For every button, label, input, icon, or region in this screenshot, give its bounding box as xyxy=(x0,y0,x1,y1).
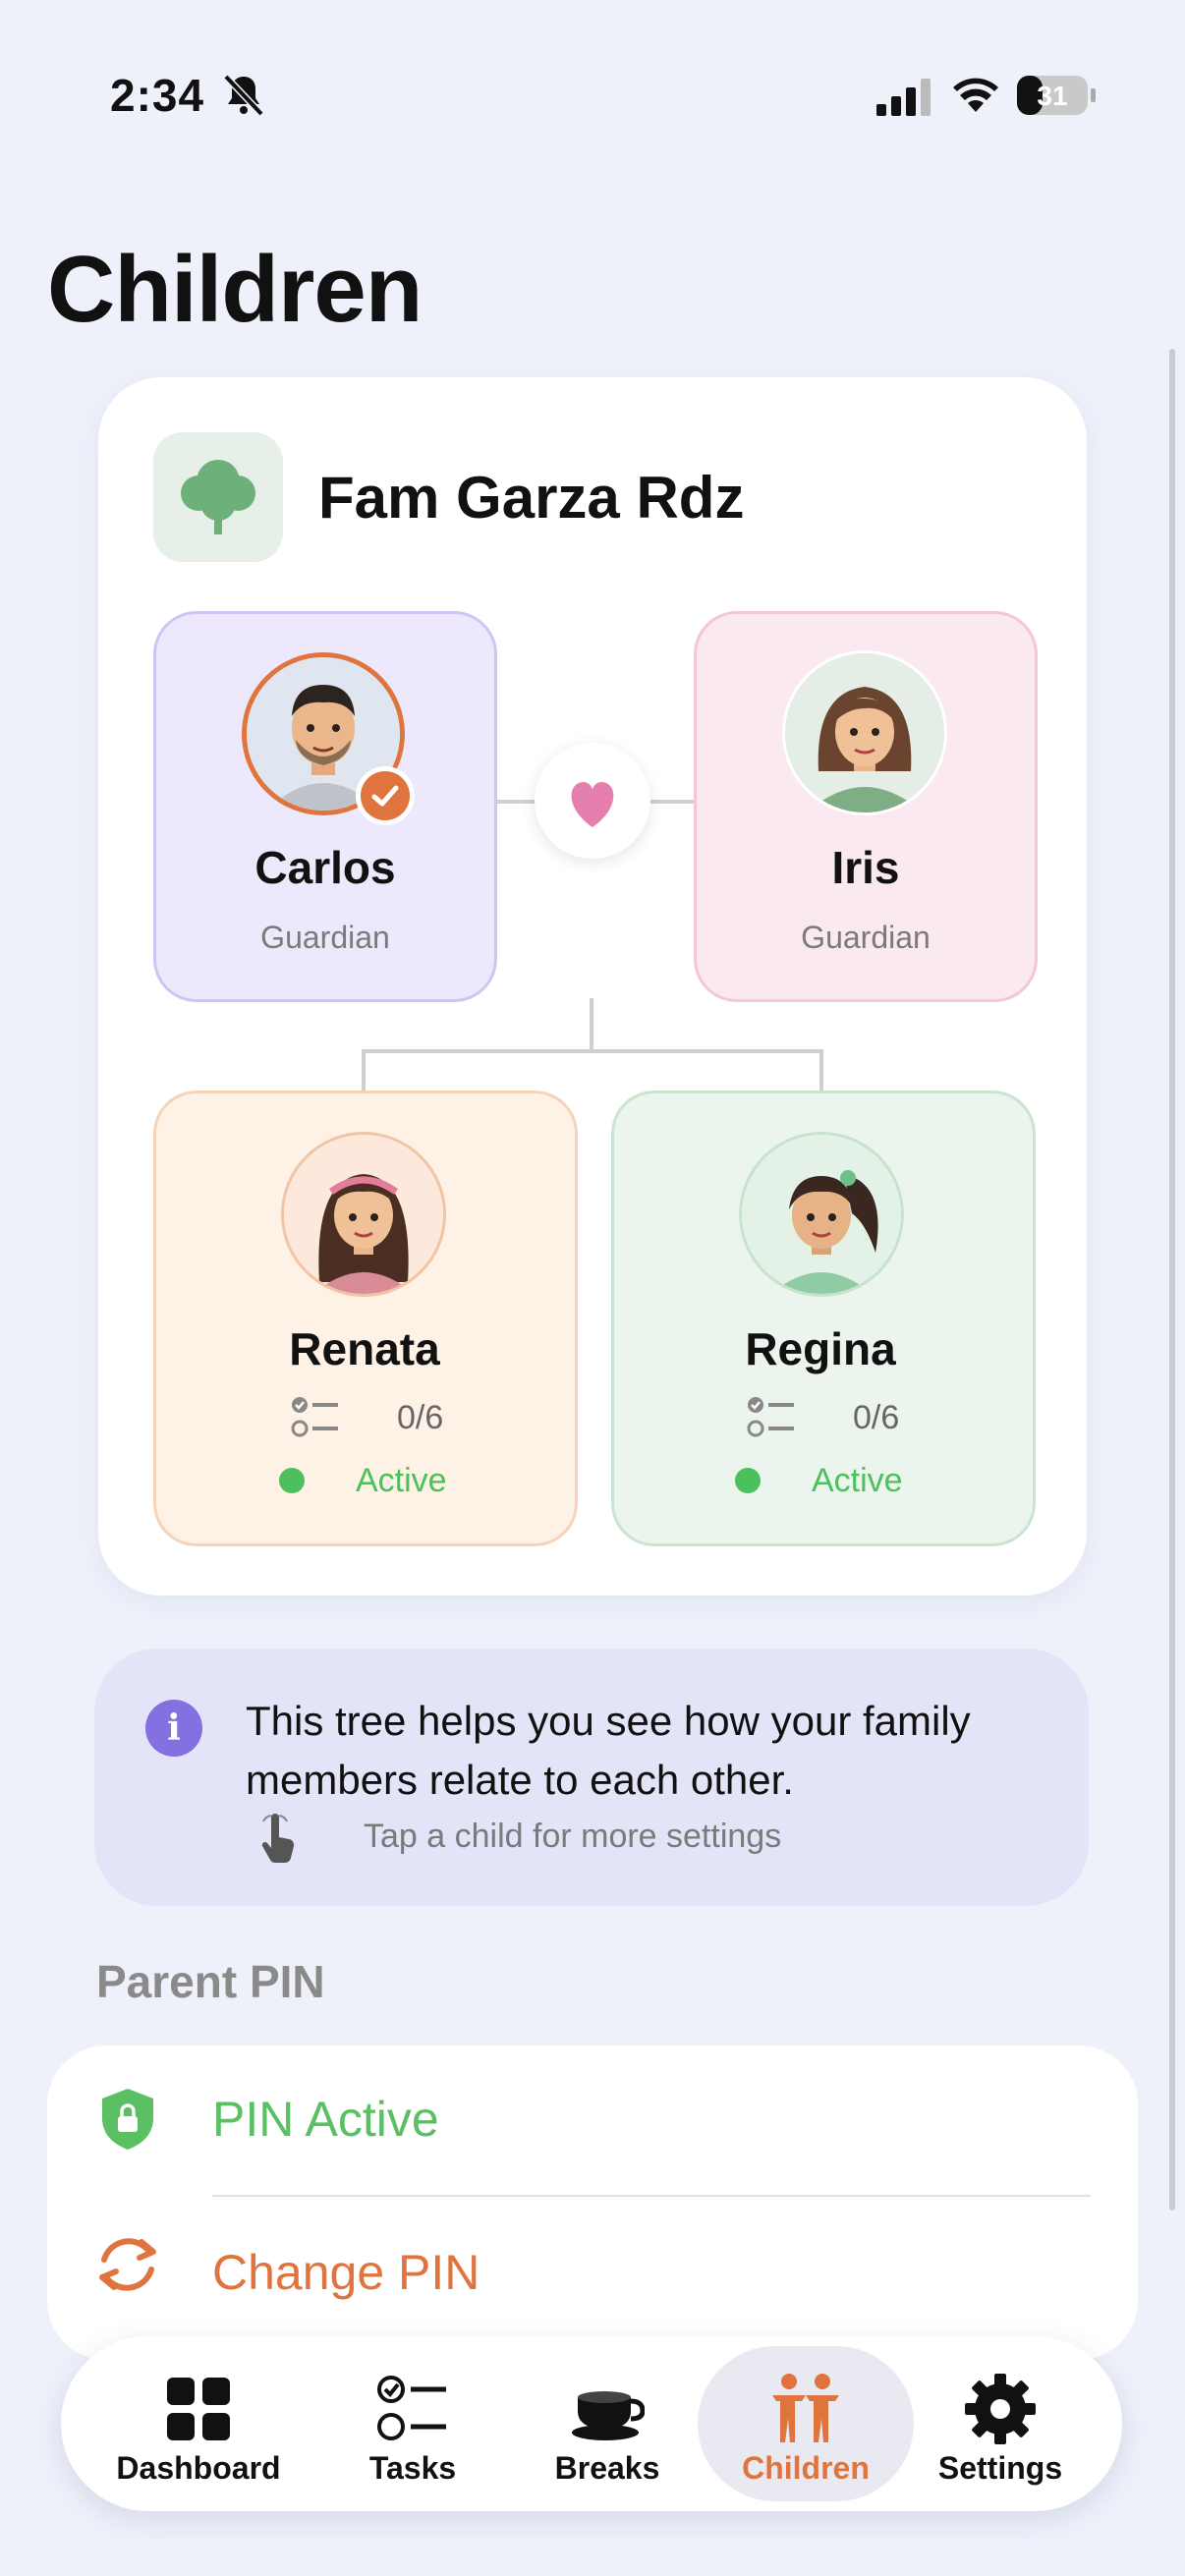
battery-level: 31 xyxy=(1037,81,1068,111)
tree-branch-left xyxy=(362,1049,366,1092)
task-progress: 0/6 xyxy=(853,1399,900,1436)
tree-trunk-line xyxy=(590,998,593,1051)
tab-label: Breaks xyxy=(554,2450,660,2486)
heart-connector xyxy=(535,743,650,859)
info-icon: i xyxy=(145,1700,202,1757)
tree-branch-line xyxy=(362,1049,823,1053)
tree-branch-right xyxy=(819,1049,823,1092)
guardian-role: Guardian xyxy=(801,920,931,955)
gear-icon xyxy=(965,2374,1036,2444)
active-status-dot xyxy=(279,1468,305,1493)
child-name: Renata xyxy=(289,1323,440,1374)
tab-label: Dashboard xyxy=(116,2450,281,2486)
tree-icon xyxy=(153,432,283,562)
checklist-icon xyxy=(377,2376,446,2440)
guardian-role: Guardian xyxy=(260,920,390,955)
wifi-icon xyxy=(953,78,998,112)
signal-icon xyxy=(876,79,931,116)
active-status-label: Active xyxy=(812,1462,903,1499)
tab-breaks[interactable]: Breaks xyxy=(509,2350,705,2497)
guardian-name: Iris xyxy=(831,842,900,893)
tab-tasks[interactable]: Tasks xyxy=(314,2350,511,2497)
info-hint: Tap a child for more settings xyxy=(364,1818,782,1855)
active-status-label: Active xyxy=(356,1462,447,1499)
avatar-iris xyxy=(782,650,947,815)
section-label-parent-pin: Parent PIN xyxy=(96,1956,325,2007)
pin-status: PIN Active xyxy=(212,2092,439,2147)
checklist-icon xyxy=(747,1397,794,1437)
selected-check-icon xyxy=(356,766,415,825)
tap-hand-icon xyxy=(261,1814,295,1864)
active-status-dot xyxy=(735,1468,761,1493)
family-name: Fam Garza Rdz xyxy=(318,465,745,531)
change-pin-button[interactable]: Change PIN xyxy=(212,2244,480,2301)
tab-label: Settings xyxy=(937,2450,1063,2486)
guardian-name: Carlos xyxy=(254,842,396,893)
parent-pin-card xyxy=(47,2045,1138,2360)
tab-label: Tasks xyxy=(368,2450,457,2486)
checklist-icon xyxy=(291,1397,338,1437)
status-time: 2:34 xyxy=(110,70,205,121)
people-icon xyxy=(772,2374,839,2442)
divider xyxy=(212,2195,1091,2197)
tab-dashboard[interactable]: Dashboard xyxy=(100,2350,297,2497)
page-title: Children xyxy=(47,237,423,342)
tab-label: Children xyxy=(742,2450,870,2486)
avatar-renata xyxy=(281,1132,446,1297)
cup-icon xyxy=(572,2391,645,2440)
task-progress: 0/6 xyxy=(397,1399,444,1436)
info-text: This tree helps you see how your family … xyxy=(246,1698,971,1803)
scrollbar[interactable] xyxy=(1169,349,1175,2211)
tab-settings[interactable]: Settings xyxy=(902,2350,1099,2497)
grid-icon xyxy=(167,2378,230,2440)
battery-icon: 31 xyxy=(1016,75,1097,116)
refresh-icon xyxy=(99,2238,156,2291)
avatar-regina xyxy=(739,1132,904,1297)
child-name: Regina xyxy=(745,1323,896,1374)
shield-lock-icon xyxy=(102,2089,153,2150)
tab-children[interactable]: Children xyxy=(707,2350,904,2497)
silent-bell-icon xyxy=(223,74,264,117)
